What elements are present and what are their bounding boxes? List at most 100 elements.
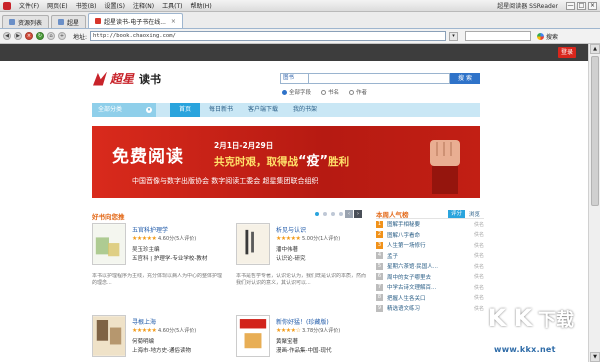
tab-by-views[interactable]: 浏览: [465, 210, 484, 218]
book-title[interactable]: 新你好猛！(珍藏版): [276, 317, 329, 326]
scroll-down-icon[interactable]: ▼: [590, 352, 600, 362]
list-item[interactable]: 9 精选语文练习 佚名: [376, 303, 484, 314]
search-button[interactable]: 搜 索: [450, 73, 480, 84]
list-item[interactable]: 4 孟子 佚名: [376, 251, 484, 262]
logo-text: 读书: [139, 72, 162, 86]
next-arrow-icon[interactable]: ›: [354, 210, 362, 218]
address-input[interactable]: [90, 31, 447, 41]
book-card[interactable]: 新你好猛！(珍藏版) ★★★★☆ 3.78分(9人评价) 黄聚宝著 漫画-作品集…: [236, 315, 366, 362]
ranking-header: 本周人气榜 评分 浏览: [376, 209, 484, 219]
zoom-icon[interactable]: +: [58, 32, 66, 40]
rank-author: 佚名: [473, 284, 484, 291]
book-card[interactable]: 析见与认识 ★★★★★ 5.00分(1人评价) 潘中伟著 认识论-研究 本书是哲…: [236, 223, 366, 287]
scroll-thumb[interactable]: [591, 56, 599, 206]
prev-arrow-icon[interactable]: ‹: [345, 210, 353, 218]
nav-client-download[interactable]: 客户端下载: [242, 103, 284, 117]
go-button[interactable]: ▾: [449, 31, 459, 41]
vertical-scrollbar[interactable]: ▲ ▼: [588, 44, 600, 362]
all-categories-dropdown[interactable]: 全部分类 ▾: [92, 103, 156, 117]
tab-by-score[interactable]: 评分: [447, 209, 465, 218]
book-title[interactable]: 寻根上海: [132, 317, 156, 326]
menu-notes[interactable]: 注释(N): [129, 1, 158, 10]
logo-brand: 超星: [110, 72, 135, 86]
search-engine-button[interactable]: 搜索: [537, 32, 558, 41]
carousel-dot[interactable]: [315, 212, 319, 216]
forward-icon[interactable]: ▶: [14, 32, 22, 40]
maximize-button[interactable]: □: [577, 1, 586, 10]
list-item[interactable]: 1 图解手相秘要 佚名: [376, 219, 484, 230]
menu-help[interactable]: 帮助(H): [186, 1, 215, 10]
chevron-down-icon: ▾: [146, 107, 152, 113]
tab-chaoxing[interactable]: 超星: [51, 15, 87, 28]
rank-number: 9: [376, 304, 383, 312]
home-icon[interactable]: ⌂: [47, 32, 55, 40]
carousel-dot[interactable]: [339, 212, 343, 216]
book-cover: [236, 223, 270, 265]
book-rating: ★★★★★ 4.60分(5人评价): [132, 235, 196, 242]
promo-banner[interactable]: 免费阅读 2月1日-2月29日 共克时艰，取得战“疫”胜利 中国音像与数字出版协…: [92, 126, 480, 198]
radio-title[interactable]: 书名: [321, 88, 339, 96]
watermark-letter: K: [487, 304, 507, 332]
login-button[interactable]: 登录: [558, 47, 576, 58]
radio-dot: [321, 89, 327, 95]
list-item[interactable]: 8 把握人生各关口 佚名: [376, 293, 484, 304]
rank-number: 8: [376, 294, 383, 302]
menu-settings[interactable]: 设置(S): [100, 1, 129, 10]
search-input[interactable]: [308, 73, 450, 84]
tab-resource-list[interactable]: 资源列表: [2, 15, 50, 28]
rank-author: 佚名: [473, 274, 484, 281]
main-nav: 全部分类 ▾ 首页 每日新书 客户端下载 我的书架: [92, 103, 480, 117]
rank-book-name: 精选语文练习: [387, 306, 421, 313]
scroll-up-icon[interactable]: ▲: [590, 44, 600, 54]
list-item[interactable]: 2 图解八字看命 佚名: [376, 230, 484, 241]
rank-book-name: 周中的女子哪里去: [387, 274, 432, 281]
rank-author: 佚名: [473, 232, 484, 239]
list-item[interactable]: 6 周中的女子哪里去 佚名: [376, 272, 484, 283]
minimize-button[interactable]: —: [566, 1, 575, 10]
book-rating: ★★★★★ 4.60分(5人评价): [132, 327, 196, 334]
refresh-icon[interactable]: ↻: [36, 32, 44, 40]
list-item[interactable]: 7 中学古诗文理解百... 佚名: [376, 282, 484, 293]
stop-icon[interactable]: ×: [25, 32, 33, 40]
back-icon[interactable]: ◀: [3, 32, 11, 40]
slogan-part: 胜利: [328, 156, 350, 168]
book-description: 本书是哲学专著，认识论认为，我们既是认识的本质，然而我们对认识的意义，其认识可以…: [236, 273, 366, 286]
menu-file[interactable]: 文件(F): [15, 1, 43, 10]
carousel-dot[interactable]: [323, 212, 327, 216]
menu-page[interactable]: 网页(E): [43, 1, 71, 10]
carousel-dot[interactable]: [331, 212, 335, 216]
close-button[interactable]: ×: [588, 1, 597, 10]
radio-author[interactable]: 作者: [349, 88, 367, 96]
tab-chaoxing-books[interactable]: 超星读书-电子书在线... ×: [88, 13, 183, 28]
rank-number: 5: [376, 262, 383, 270]
rating-stars-icon: ★★★★★: [132, 235, 157, 242]
chaoxing-logo-icon: [93, 71, 107, 86]
search-type-select[interactable]: 图书: [280, 73, 308, 84]
close-tab-icon[interactable]: ×: [171, 18, 176, 25]
book-title[interactable]: 析见与认识: [276, 225, 306, 234]
category-label: 全部分类: [98, 106, 123, 113]
rank-number: 4: [376, 252, 383, 260]
rank-author: 佚名: [473, 305, 484, 312]
radio-label: 书名: [328, 90, 340, 96]
list-item[interactable]: 3 人生第一场修行 佚名: [376, 240, 484, 251]
rank-author: 佚名: [473, 295, 484, 302]
search-engine-input[interactable]: [465, 31, 532, 41]
rank-author: 佚名: [473, 253, 484, 260]
menu-tools[interactable]: 工具(T): [158, 1, 186, 10]
nav-daily-new[interactable]: 每日新书: [200, 103, 242, 117]
menu-bookmarks[interactable]: 书签(B): [72, 1, 101, 10]
nav-my-shelf[interactable]: 我的书架: [284, 103, 326, 117]
rank-author: 佚名: [473, 221, 484, 228]
rank-book-name: 星期六茶馆·民国人...: [387, 264, 438, 271]
rank-number: 6: [376, 273, 383, 281]
nav-home[interactable]: 首页: [170, 103, 200, 117]
book-subjects: 上海市-地方史-通俗读物: [132, 348, 191, 354]
site-logo[interactable]: 超星 读书: [93, 70, 161, 87]
list-item[interactable]: 5 星期六茶馆·民国人... 佚名: [376, 261, 484, 272]
book-card[interactable]: 五官科护理学 ★★★★★ 4.60分(5人评价) 吴玉珍主编 五官科 | 护理学…: [92, 223, 222, 287]
book-title[interactable]: 五官科护理学: [132, 225, 168, 234]
radio-all-fields[interactable]: 全部字段: [282, 88, 311, 96]
weekly-ranking: 本周人气榜 评分 浏览 1 图解手相秘要 佚名 2 图解八字看命 佚名 3 人生第一场修行…: [376, 209, 484, 314]
book-card[interactable]: 寻根上海 ★★★★★ 4.60分(5人评价) 何菊明编 上海市-地方史-通俗读物: [92, 315, 222, 362]
